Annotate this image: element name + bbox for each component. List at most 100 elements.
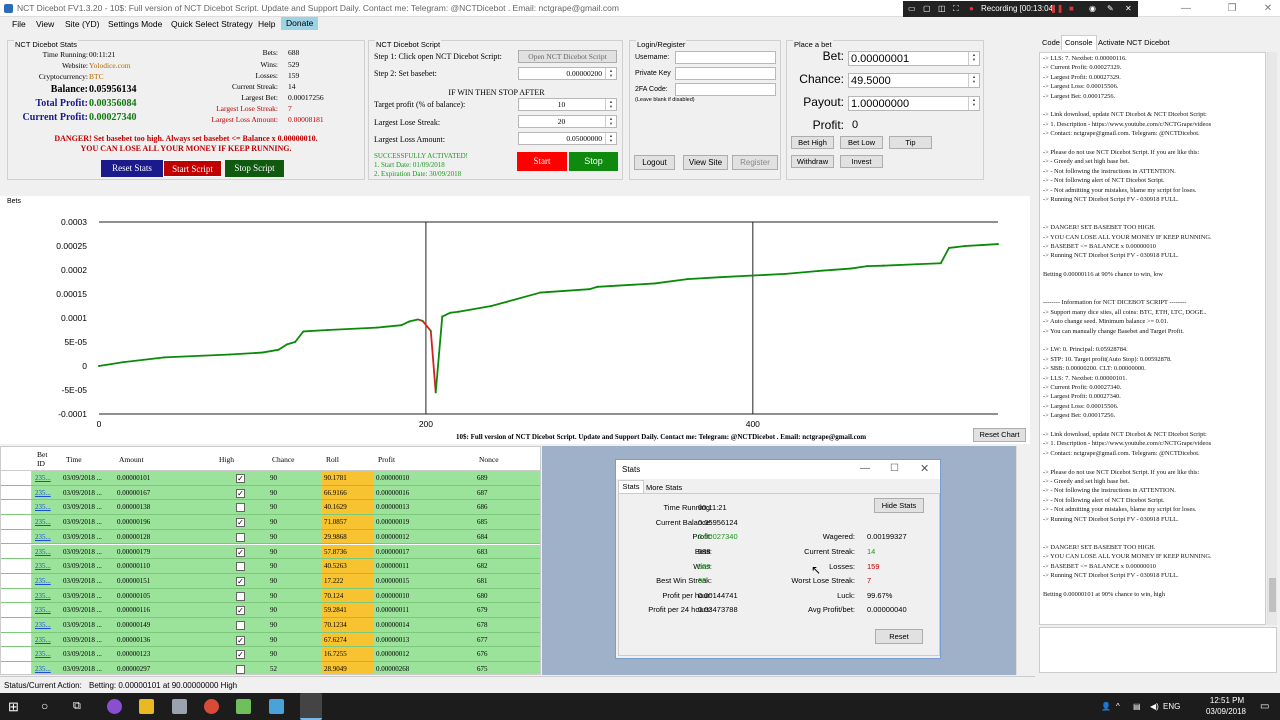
tip-button[interactable]: Tip	[889, 136, 932, 149]
app-purple-icon[interactable]	[107, 699, 122, 714]
stop-script-button[interactable]: Stop Script	[225, 160, 284, 177]
high-checkbox[interactable]: ✓	[236, 635, 245, 645]
withdraw-button[interactable]: Withdraw	[791, 155, 834, 168]
row-header[interactable]	[1, 485, 32, 500]
high-checkbox[interactable]: ✓	[236, 576, 245, 586]
logout-button[interactable]: Logout	[634, 155, 675, 170]
invest-button[interactable]: Invest	[840, 155, 883, 168]
spinner-icon[interactable]: ▲ ▼	[968, 97, 979, 110]
row-header[interactable]	[1, 588, 32, 603]
search-icon[interactable]: ○	[41, 699, 56, 714]
high-checkbox[interactable]	[236, 562, 245, 572]
tab-console[interactable]: Console	[1061, 35, 1097, 50]
grid-scrollbar[interactable]	[1016, 446, 1030, 675]
loss-limit-input[interactable]: 0.05000000 ▲ ▼	[518, 132, 617, 145]
menu-help[interactable]: Help	[258, 19, 275, 29]
chrome-icon[interactable]	[204, 699, 219, 714]
tab-stats[interactable]: Stats	[618, 480, 644, 493]
table-row[interactable]: 235... 03/09/2018 ... 0.00000151 ✓ 90 17.222 0…	[1, 573, 540, 589]
console-input[interactable]	[1039, 627, 1277, 673]
row-header[interactable]	[1, 559, 32, 573]
col-amount[interactable]: Amount	[119, 455, 144, 464]
table-row[interactable]: 235... 03/09/2018 ... 0.00000136 ✓ 90 67.6274…	[1, 632, 540, 648]
spinner-icon[interactable]: ▲ ▼	[968, 74, 979, 87]
basebet-input[interactable]: 0.00000200 ▲ ▼	[518, 67, 617, 80]
twofa-input[interactable]	[675, 83, 776, 96]
open-script-button[interactable]: Open NCT Dicebot Script	[518, 50, 617, 63]
bet-id-link[interactable]: 235...	[35, 621, 51, 629]
reset-stats-button[interactable]: Reset Stats	[101, 160, 163, 177]
register-button[interactable]: Register	[732, 155, 778, 170]
clock-date[interactable]: 03/09/2018	[1201, 707, 1251, 716]
spinner-icon[interactable]: ▲ ▼	[968, 52, 979, 65]
bet-id-link[interactable]: 235...	[35, 533, 51, 541]
table-row[interactable]: 235... 03/09/2018 ... 0.00000110 90 40.5263 0…	[1, 559, 540, 574]
start-script-button[interactable]: Start Script	[163, 160, 222, 177]
table-row[interactable]: 235... 03/09/2018 ... 0.00000167 ✓ 90 66.9166…	[1, 485, 540, 501]
high-checkbox[interactable]: ✓	[236, 474, 245, 483]
view-site-button[interactable]: View Site	[683, 155, 728, 170]
col-high[interactable]: High	[219, 455, 234, 464]
col-nonce[interactable]: Nonce	[479, 455, 499, 464]
bet-id-link[interactable]: 235...	[35, 592, 51, 600]
bet-id-link[interactable]: 235...	[35, 474, 51, 482]
console-output[interactable]: -> LLS: 7. Nextbet: 0.00000116. -> Curren…	[1039, 52, 1266, 625]
bet-id-link[interactable]: 235...	[35, 577, 51, 585]
high-checkbox[interactable]	[236, 532, 245, 542]
stop-rec-icon[interactable]: ▭	[908, 4, 916, 13]
table-row[interactable]: 235... 03/09/2018 ... 0.00000116 ✓ 90 59.2841…	[1, 603, 540, 618]
windows-start-icon[interactable]: ⊞	[8, 699, 23, 714]
payout-input[interactable]: 1.00000000 ▲ ▼	[848, 96, 980, 111]
chevron-up-icon[interactable]: ^	[1116, 702, 1120, 711]
bet-id-link[interactable]: 235...	[35, 636, 51, 644]
notepad-icon[interactable]	[236, 699, 251, 714]
menu-file[interactable]: File	[12, 19, 26, 29]
row-header[interactable]	[1, 662, 32, 674]
language-label[interactable]: ENG	[1163, 702, 1180, 711]
table-row[interactable]: 235... 03/09/2018 ... 0.00000101 ✓ 90 90.1781…	[1, 471, 540, 486]
clock-time[interactable]: 12:51 PM	[1205, 696, 1249, 705]
sw-reset-button[interactable]: Reset	[875, 629, 923, 644]
spinner-icon[interactable]: ▲ ▼	[605, 133, 616, 144]
row-header[interactable]	[1, 544, 32, 559]
row-header[interactable]	[1, 603, 32, 617]
row-header[interactable]	[1, 500, 32, 515]
row-header[interactable]	[1, 647, 32, 662]
table-row[interactable]: 235... 03/09/2018 ... 0.00000196 ✓ 90 71.0857…	[1, 515, 540, 530]
table-row[interactable]: 235... 03/09/2018 ... 0.00000297 52 28.9049 0…	[1, 662, 540, 674]
col-time[interactable]: Time	[66, 455, 82, 464]
target-input[interactable]: 10 ▲ ▼	[518, 98, 617, 111]
bet-id-link[interactable]: 235...	[35, 518, 51, 526]
high-checkbox[interactable]: ✓	[236, 650, 245, 660]
private-key-input[interactable]	[675, 67, 776, 80]
tab-code[interactable]: Code	[1042, 38, 1060, 47]
row-header[interactable]	[1, 471, 32, 485]
row-header[interactable]	[1, 573, 32, 588]
tab-activate[interactable]: Activate NCT Dicebot	[1098, 38, 1170, 47]
high-checkbox[interactable]	[236, 665, 245, 674]
high-checkbox[interactable]: ✓	[236, 518, 245, 528]
high-checkbox[interactable]	[236, 591, 245, 601]
volume-icon[interactable]: ◀)	[1150, 702, 1159, 711]
menu-quick-select[interactable]: Quick Select Strategy	[171, 19, 253, 29]
bet-low-button[interactable]: Bet Low	[840, 136, 883, 149]
spinner-icon[interactable]: ▲ ▼	[605, 116, 616, 127]
maximize-icon[interactable]: ☐	[890, 463, 899, 474]
col-chance[interactable]: Chance	[272, 455, 295, 464]
spinner-icon[interactable]: ▲ ▼	[605, 68, 616, 79]
stop-button[interactable]: Stop	[569, 152, 618, 171]
bet-id-link[interactable]: 235...	[35, 562, 51, 570]
high-checkbox[interactable]: ✓	[236, 547, 245, 557]
row-header[interactable]	[1, 515, 32, 529]
network-icon[interactable]: ▤	[1133, 702, 1141, 711]
bet-id-link[interactable]: 235...	[35, 489, 51, 497]
username-input[interactable]	[675, 51, 776, 64]
region-rec-icon[interactable]: ◫	[938, 4, 946, 13]
reset-chart-button[interactable]: Reset Chart	[973, 428, 1026, 442]
lose-streak-input[interactable]: 20 ▲ ▼	[518, 115, 617, 128]
console-scroll-thumb[interactable]	[1269, 578, 1276, 612]
app-gray-icon[interactable]	[172, 699, 187, 714]
table-row[interactable]: 235... 03/09/2018 ... 0.00000123 ✓ 90 16.7255…	[1, 647, 540, 663]
col-bet-id[interactable]: Bet ID	[37, 450, 49, 468]
bet-id-link[interactable]: 235...	[35, 548, 51, 556]
